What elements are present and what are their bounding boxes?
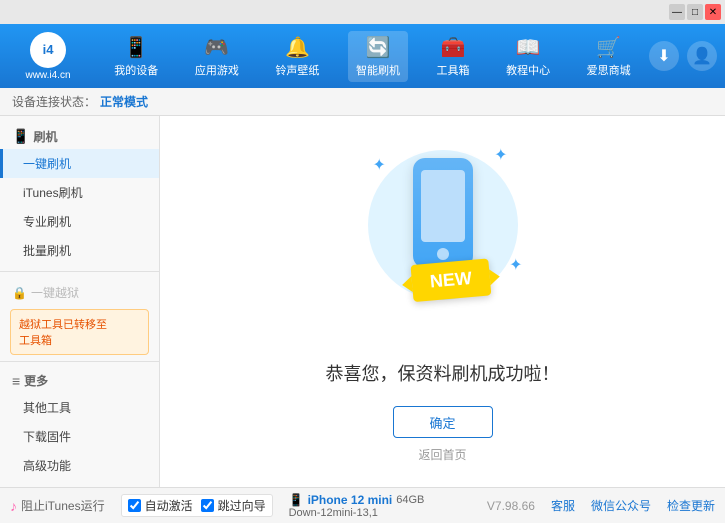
sidebar-item-batch[interactable]: 批量刷机 <box>0 236 159 265</box>
nav-my-device-label: 我的设备 <box>114 62 158 78</box>
itunes-status: ♪ 阻止iTunes运行 <box>10 497 105 514</box>
sidebar-section-more-label: 更多 <box>24 372 48 389</box>
nav-tools-label: 工具箱 <box>437 62 470 78</box>
nav-flash-label: 智能刷机 <box>356 62 400 78</box>
nav-ringtone[interactable]: 🔔 铃声壁纸 <box>267 31 327 82</box>
bottom-right: V7.98.66 客服 微信公众号 检查更新 <box>487 497 715 514</box>
sidebar-section-flash-label: 刷机 <box>33 128 57 145</box>
bottom-bar: ♪ 阻止iTunes运行 自动激活 跳过向导 📱 iPhone 12 mini … <box>0 487 725 523</box>
sidebar-item-other-tools[interactable]: 其他工具 <box>0 393 159 422</box>
device-model: Down-12mini-13,1 <box>289 507 425 519</box>
sidebar-item-itunes-label: iTunes刷机 <box>23 186 83 200</box>
sidebar-item-onekey-label: 一键刷机 <box>23 157 71 171</box>
main-content: 📱 刷机 一键刷机 iTunes刷机 专业刷机 批量刷机 🔒 一键越狱 越狱工具… <box>0 116 725 487</box>
flash-section-icon: 📱 <box>12 128 29 145</box>
sidebar-warning-text: 越狱工具已转移至工具箱 <box>19 319 107 347</box>
sidebar-item-pro[interactable]: 专业刷机 <box>0 207 159 236</box>
more-section-icon: ≡ <box>12 373 20 389</box>
success-title: 恭喜您，保资料刷机成功啦！ <box>326 360 560 386</box>
content-area: ✦ ✦ ✦ NEW 恭喜您，保资料刷机成功啦！ 确定 返回首页 <box>160 116 725 487</box>
sidebar-section-more: ≡ 更多 <box>0 368 159 393</box>
sidebar: 📱 刷机 一键刷机 iTunes刷机 专业刷机 批量刷机 🔒 一键越狱 越狱工具… <box>0 116 160 487</box>
sidebar-item-advanced-label: 高级功能 <box>23 459 71 473</box>
device-icon: 📱 <box>124 35 149 60</box>
user-button[interactable]: 👤 <box>687 41 717 71</box>
sparkle-right: ✦ <box>494 145 507 165</box>
confirm-button-label: 确定 <box>429 413 455 432</box>
sidebar-item-advanced[interactable]: 高级功能 <box>0 451 159 480</box>
sidebar-item-firmware[interactable]: 下载固件 <box>0 422 159 451</box>
phone-screen <box>421 170 465 242</box>
tutorial-icon: 📖 <box>516 35 541 60</box>
sidebar-item-itunes[interactable]: iTunes刷机 <box>0 178 159 207</box>
wechat-link[interactable]: 微信公众号 <box>591 497 651 514</box>
auto-launch-input[interactable] <box>128 499 141 512</box>
phone-icon <box>413 158 473 268</box>
nav-apps[interactable]: 🎮 应用游戏 <box>187 31 247 82</box>
nav-shop[interactable]: 🛒 爱思商城 <box>579 31 639 82</box>
success-illustration: ✦ ✦ ✦ NEW <box>353 140 533 340</box>
status-value: 正常模式 <box>100 93 148 110</box>
status-bar: 设备连接状态： 正常模式 <box>0 88 725 116</box>
use-wizard-input[interactable] <box>201 499 214 512</box>
nav-right: ⬇ 👤 <box>649 41 717 71</box>
ringtone-icon: 🔔 <box>285 35 310 60</box>
nav-tools[interactable]: 🧰 工具箱 <box>429 31 478 82</box>
nav-my-device[interactable]: 📱 我的设备 <box>106 31 166 82</box>
device-name: iPhone 12 mini <box>308 493 393 507</box>
sidebar-item-batch-label: 批量刷机 <box>23 244 71 258</box>
auto-launch-label: 自动激活 <box>145 497 193 514</box>
auto-launch-checkbox[interactable]: 自动激活 <box>128 497 193 514</box>
sidebar-jailbreak-label: 一键越狱 <box>31 284 79 301</box>
checkbox-group: 自动激活 跳过向导 <box>121 494 273 517</box>
use-wizard-checkbox[interactable]: 跳过向导 <box>201 497 266 514</box>
device-info: 📱 iPhone 12 mini 64GB Down-12mini-13,1 <box>289 493 425 519</box>
sidebar-section-jailbreak: 🔒 一键越狱 <box>0 278 159 305</box>
sidebar-item-firmware-label: 下载固件 <box>23 430 71 444</box>
version-label: V7.98.66 <box>487 499 535 513</box>
apps-icon: 🎮 <box>204 35 229 60</box>
phone-home-button <box>437 248 449 260</box>
close-button[interactable]: ✕ <box>705 4 721 20</box>
logo-area: i4 www.i4.cn <box>8 32 88 81</box>
sidebar-item-onekey[interactable]: 一键刷机 <box>0 149 159 178</box>
nav-tutorial-label: 教程中心 <box>506 62 550 78</box>
nav-tutorial[interactable]: 📖 教程中心 <box>498 31 558 82</box>
flash-icon: 🔄 <box>366 35 391 60</box>
tools-icon: 🧰 <box>441 35 466 60</box>
sidebar-item-pro-label: 专业刷机 <box>23 215 71 229</box>
new-badge: NEW <box>410 258 491 302</box>
device-storage: 64GB <box>396 494 424 506</box>
sparkle-bottom: ✦ <box>509 255 522 275</box>
title-bar: — □ ✕ <box>0 0 725 24</box>
download-button[interactable]: ⬇ <box>649 41 679 71</box>
nav-apps-label: 应用游戏 <box>195 62 239 78</box>
bottom-left-section: ♪ 阻止iTunes运行 自动激活 跳过向导 📱 iPhone 12 mini … <box>10 493 487 519</box>
sparkle-left: ✦ <box>373 155 386 175</box>
sidebar-section-flash: 📱 刷机 <box>0 124 159 149</box>
logo-text: www.i4.cn <box>25 70 70 81</box>
go-home-link[interactable]: 返回首页 <box>418 446 466 463</box>
sidebar-warning-box: 越狱工具已转移至工具箱 <box>10 309 149 355</box>
sidebar-item-other-tools-label: 其他工具 <box>23 401 71 415</box>
sidebar-divider-2 <box>0 361 159 362</box>
itunes-label: 阻止iTunes运行 <box>21 497 105 514</box>
update-link[interactable]: 检查更新 <box>667 497 715 514</box>
nav-ringtone-label: 铃声壁纸 <box>275 62 319 78</box>
confirm-button[interactable]: 确定 <box>393 406 493 438</box>
nav-flash[interactable]: 🔄 智能刷机 <box>348 31 408 82</box>
use-wizard-label: 跳过向导 <box>218 497 266 514</box>
logo-icon: i4 <box>30 32 66 68</box>
device-icon-small: 📱 <box>289 493 304 507</box>
itunes-icon: ♪ <box>10 498 17 514</box>
sidebar-divider-1 <box>0 271 159 272</box>
nav-items: 📱 我的设备 🎮 应用游戏 🔔 铃声壁纸 🔄 智能刷机 🧰 工具箱 📖 教程中心… <box>96 31 649 82</box>
service-link[interactable]: 客服 <box>551 497 575 514</box>
status-label: 设备连接状态： <box>12 93 96 110</box>
top-nav: i4 www.i4.cn 📱 我的设备 🎮 应用游戏 🔔 铃声壁纸 🔄 智能刷机… <box>0 24 725 88</box>
shop-icon: 🛒 <box>596 35 621 60</box>
nav-shop-label: 爱思商城 <box>587 62 631 78</box>
maximize-button[interactable]: □ <box>687 4 703 20</box>
minimize-button[interactable]: — <box>669 4 685 20</box>
